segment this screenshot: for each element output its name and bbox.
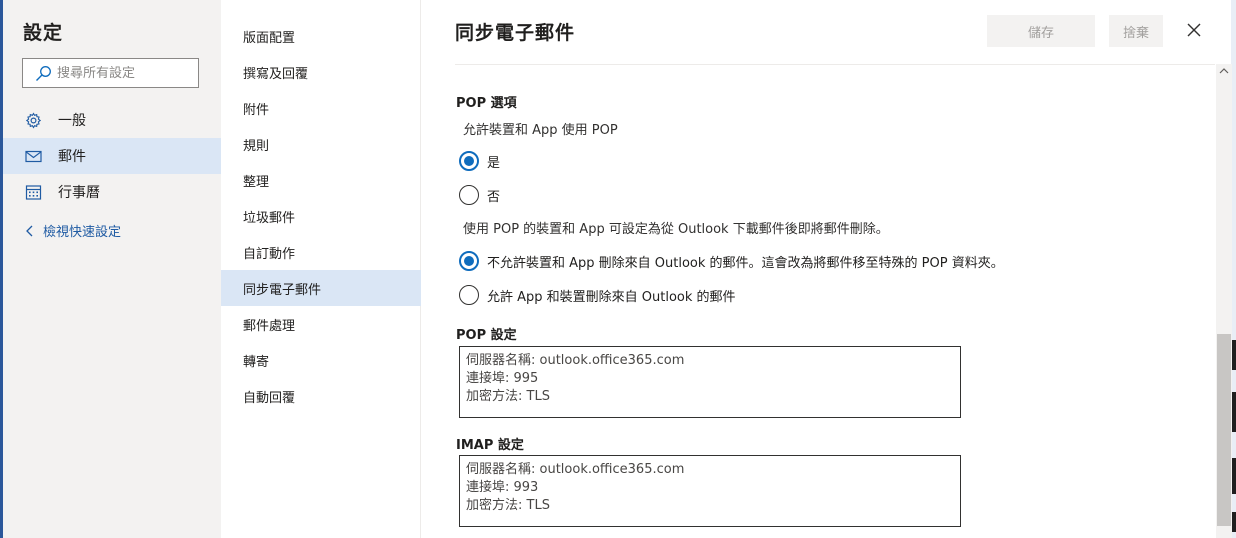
view-quick-settings-label: 檢視快速設定	[43, 225, 122, 240]
category-sweep[interactable]: 整理	[221, 162, 421, 198]
disallow-delete-radio[interactable]: 不允許裝置和 App 刪除來自 Outlook 的郵件。這會改為將郵件移至特殊的…	[459, 251, 1004, 271]
category-message-handling[interactable]: 郵件處理	[221, 306, 421, 342]
search-icon	[36, 65, 51, 81]
settings-nav-label: 行事曆	[58, 185, 100, 201]
settings-nav: 一般 郵件 行事曆	[3, 102, 221, 210]
sync-email-panel: 同步電子郵件 儲存 捨棄 POP 選項 允許裝置和 App 使用 POP 是 否…	[422, 0, 1232, 538]
scrollbar-thumb[interactable]	[1217, 334, 1231, 526]
category-automatic-replies[interactable]: 自動回覆	[221, 378, 421, 414]
radio-circle	[459, 151, 479, 171]
chevron-up-icon[interactable]	[1219, 66, 1229, 76]
radio-label: 允許 App 和裝置刪除來自 Outlook 的郵件	[487, 289, 736, 305]
pop-server-name: 伺服器名稱: outlook.office365.com	[466, 353, 685, 368]
category-layout[interactable]: 版面配置	[221, 18, 421, 54]
header-divider	[455, 64, 1215, 65]
pop-enable-no-radio[interactable]: 否	[459, 185, 500, 205]
settings-nav-calendar[interactable]: 行事曆	[3, 174, 221, 210]
radio-circle	[459, 251, 479, 271]
radio-label: 否	[487, 189, 501, 205]
category-forwarding[interactable]: 轉寄	[221, 342, 421, 378]
settings-nav-label: 一般	[58, 113, 86, 129]
settings-nav-mail[interactable]: 郵件	[3, 138, 221, 174]
pop-settings-box: 伺服器名稱: outlook.office365.com 連接埠: 995 加密…	[459, 346, 961, 418]
vertical-scrollbar[interactable]	[1216, 64, 1232, 538]
pop-options-heading: POP 選項	[456, 96, 517, 111]
imap-server-name: 伺服器名稱: outlook.office365.com	[466, 462, 685, 477]
pop-port: 連接埠: 995	[466, 371, 539, 386]
category-sync-email[interactable]: 同步電子郵件	[221, 270, 421, 306]
pop-delete-note: 使用 POP 的裝置和 App 可設定為從 Outlook 下載郵件後即將郵件刪…	[463, 222, 889, 237]
radio-label: 是	[487, 155, 501, 171]
mail-icon	[25, 150, 42, 162]
pop-enable-yes-radio[interactable]: 是	[459, 151, 500, 171]
close-icon[interactable]	[1184, 20, 1204, 40]
pop-encryption: 加密方法: TLS	[466, 389, 550, 404]
radio-label: 不允許裝置和 App 刪除來自 Outlook 的郵件。這會改為將郵件移至特殊的…	[487, 255, 1004, 271]
gear-icon	[25, 111, 42, 129]
imap-port: 連接埠: 993	[466, 480, 539, 495]
pop-settings-heading: POP 設定	[456, 328, 517, 343]
mail-settings-categories: 版面配置 撰寫及回覆 附件 規則 整理 垃圾郵件 自訂動作 同步電子郵件 郵件處…	[221, 0, 421, 538]
radio-circle	[459, 285, 479, 305]
pop-allow-question: 允許裝置和 App 使用 POP	[463, 123, 618, 138]
settings-title: 設定	[23, 22, 64, 44]
category-customize-actions[interactable]: 自訂動作	[221, 234, 421, 270]
imap-encryption: 加密方法: TLS	[466, 498, 550, 513]
category-rules[interactable]: 規則	[221, 126, 421, 162]
category-attachments[interactable]: 附件	[221, 90, 421, 126]
view-quick-settings-link[interactable]: 檢視快速設定	[25, 221, 121, 240]
settings-sidebar: 設定 一般 郵件	[3, 0, 221, 538]
imap-settings-box: 伺服器名稱: outlook.office365.com 連接埠: 993 加密…	[459, 455, 961, 527]
page-title: 同步電子郵件	[455, 22, 576, 44]
chevron-left-icon	[26, 225, 33, 236]
allow-delete-radio[interactable]: 允許 App 和裝置刪除來自 Outlook 的郵件	[459, 285, 736, 305]
category-compose-reply[interactable]: 撰寫及回覆	[221, 54, 421, 90]
save-button[interactable]: 儲存	[987, 15, 1095, 47]
discard-button[interactable]: 捨棄	[1109, 15, 1163, 47]
settings-nav-label: 郵件	[58, 149, 86, 165]
calendar-icon	[25, 184, 42, 200]
radio-circle	[459, 185, 479, 205]
category-junk-email[interactable]: 垃圾郵件	[221, 198, 421, 234]
settings-nav-general[interactable]: 一般	[3, 102, 221, 138]
settings-search-box[interactable]	[22, 58, 199, 88]
search-input[interactable]	[57, 65, 187, 81]
imap-settings-heading: IMAP 設定	[456, 438, 524, 453]
